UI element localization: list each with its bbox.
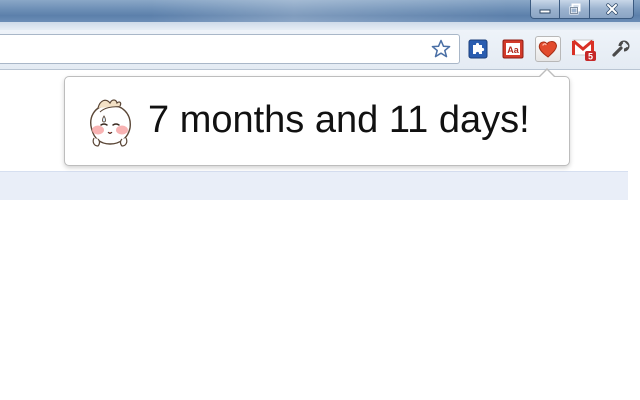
puzzle-extension-button[interactable] [465,36,491,62]
window-controls [530,0,634,20]
close-icon [605,3,618,15]
restore-icon [569,3,580,15]
gmail-extension-button[interactable]: 5 [572,36,598,62]
address-bar[interactable] [0,34,460,64]
love-counter-extension-button[interactable] [535,36,561,62]
popup-message: 7 months and 11 days! [148,99,530,141]
puzzle-icon [468,39,488,59]
settings-wrench-button[interactable] [608,36,634,62]
svg-text:Aa: Aa [507,45,519,55]
restore-button[interactable] [560,0,590,19]
heart-icon [538,41,557,58]
dictionary-extension-button[interactable]: Aa [500,36,526,62]
tab-strip [0,22,640,30]
wrench-icon [612,40,630,57]
minimize-icon [539,9,551,14]
page-content-strip [0,171,628,200]
bookmark-star-button[interactable] [430,38,452,60]
close-button[interactable] [590,0,634,19]
browser-window: Aa 5 7 months and 11 days! [0,0,640,400]
star-icon [431,39,451,58]
dictionary-icon: Aa [502,39,524,59]
mascot-icon [82,94,138,152]
gmail-icon: 5 [572,39,596,62]
gmail-badge-count: 5 [588,52,593,62]
minimize-button[interactable] [530,0,560,19]
